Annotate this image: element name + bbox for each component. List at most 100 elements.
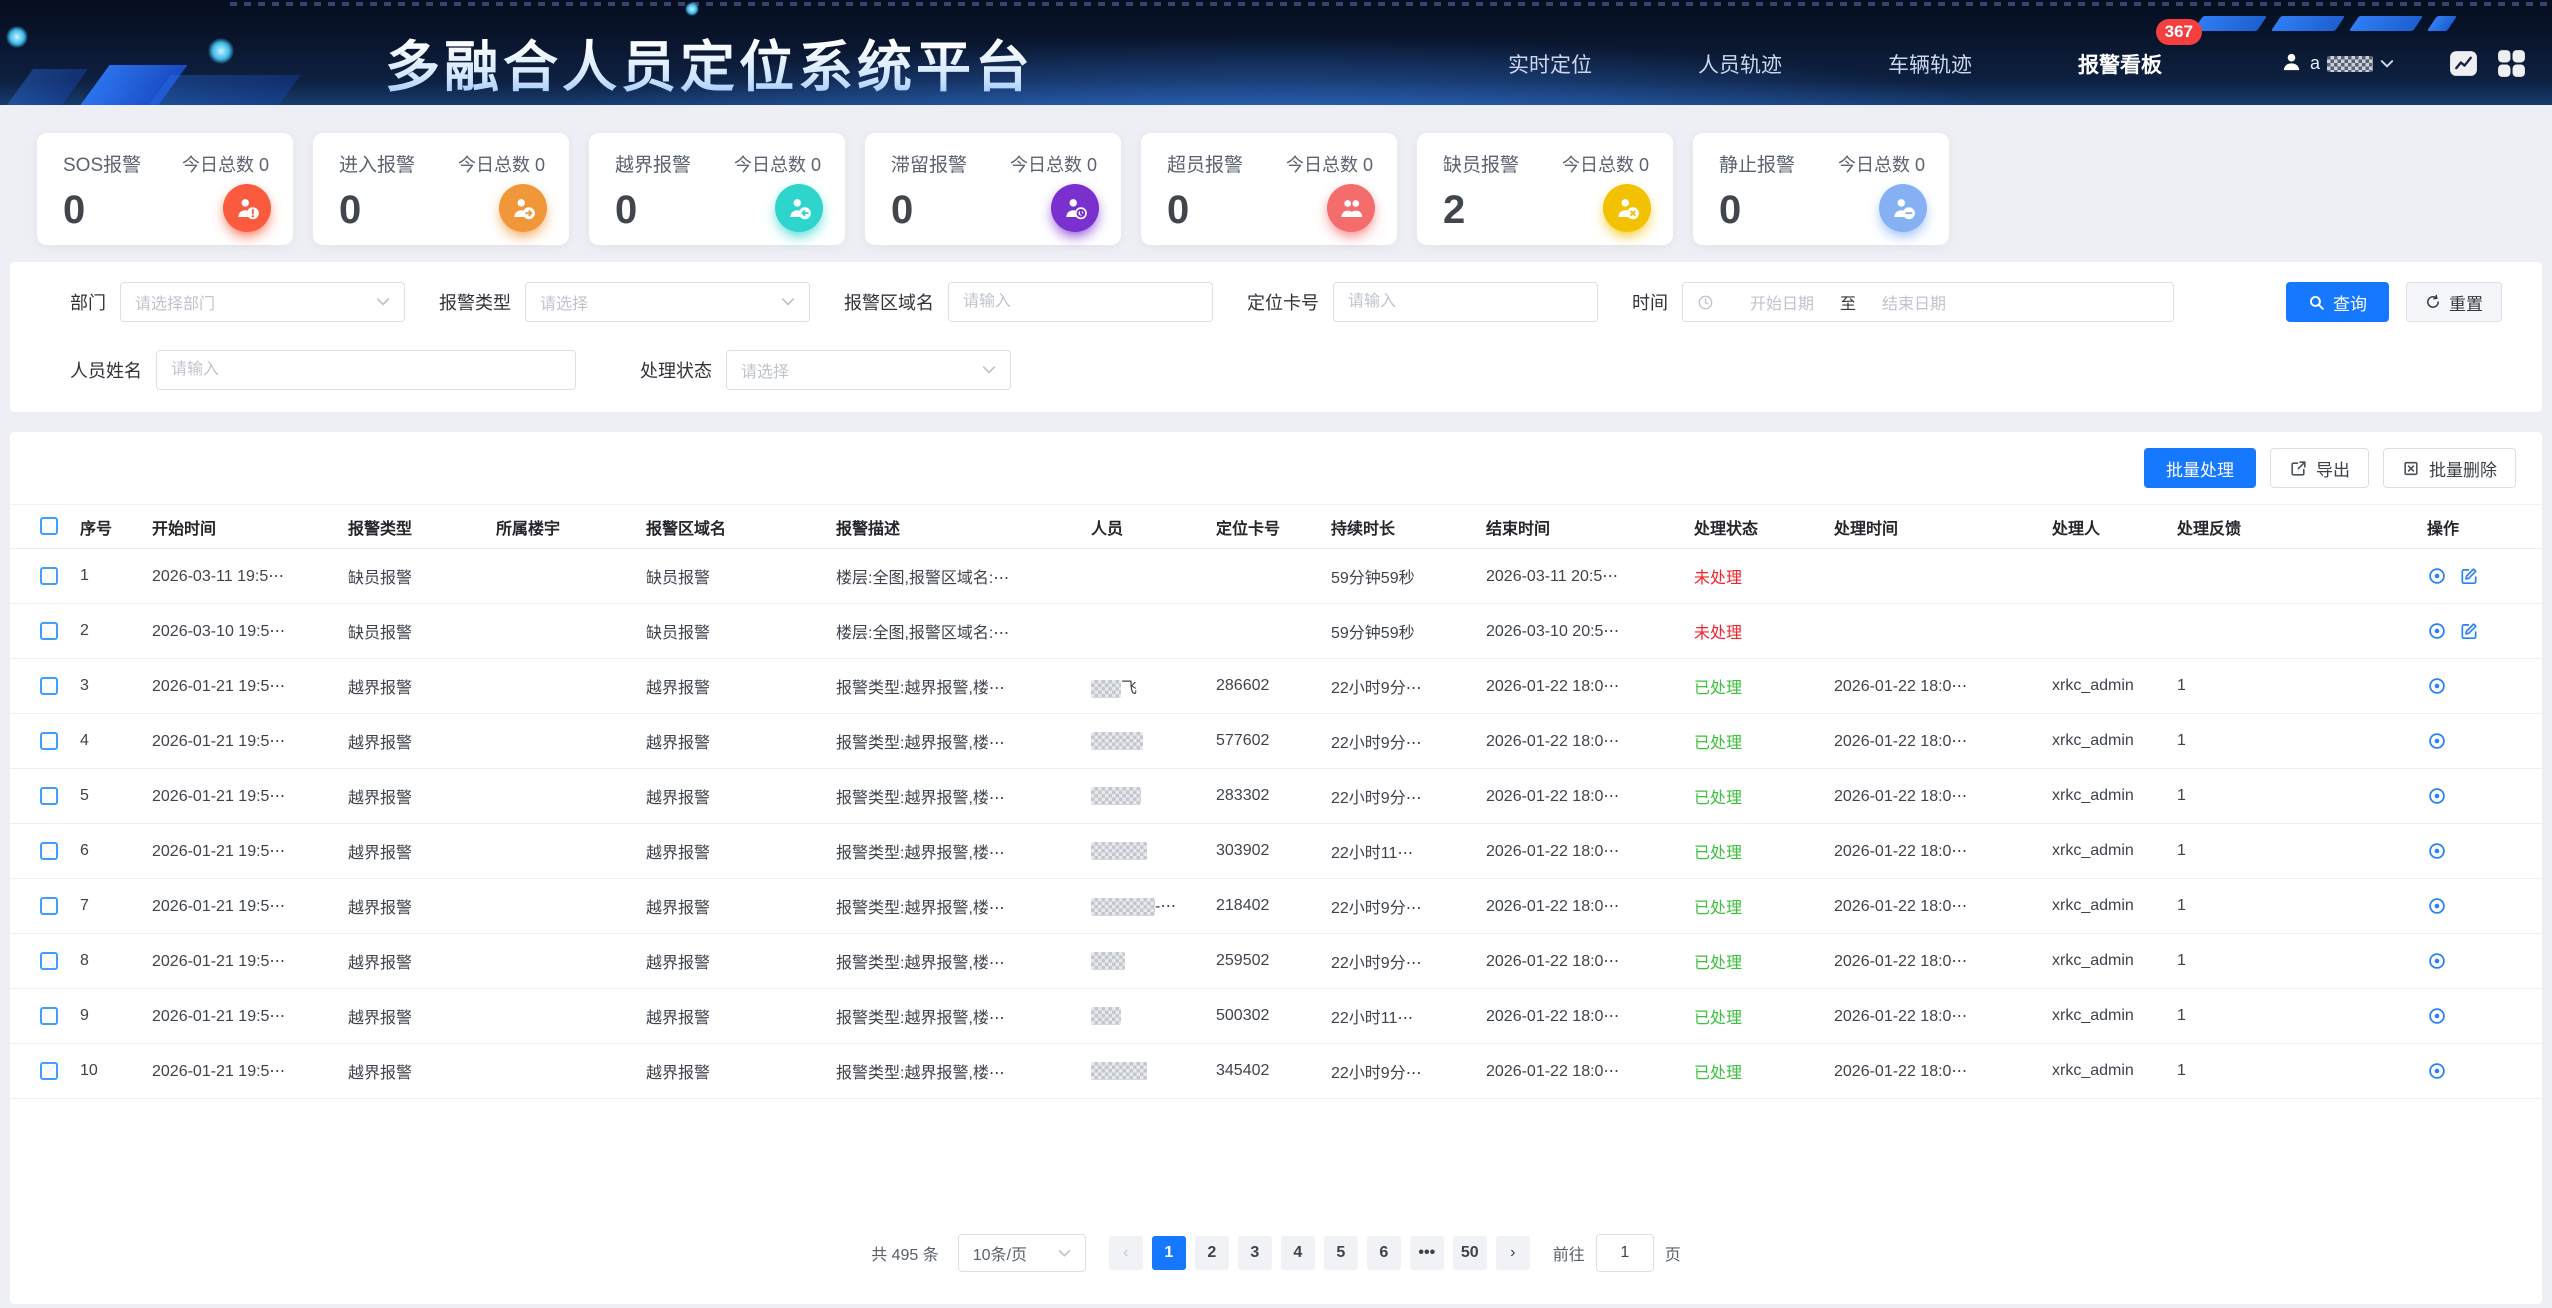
table-row: 52026-01-21 19:5⋯越界报警越界报警报警类型:越界报警,楼⋯283… xyxy=(10,769,2542,824)
cell-card-no xyxy=(1204,549,1319,604)
next-page-button[interactable]: › xyxy=(1496,1236,1530,1270)
page-ellipsis[interactable]: ••• xyxy=(1410,1236,1444,1270)
nav-item-realtime-location[interactable]: 实时定位 xyxy=(1508,49,1592,79)
chevron-down-icon xyxy=(1058,1249,1071,1258)
batch-handle-button[interactable]: 批量处理 xyxy=(2144,448,2256,488)
page-button-3[interactable]: 3 xyxy=(1238,1236,1272,1270)
chevron-down-icon xyxy=(376,297,390,307)
page-button-6[interactable]: 6 xyxy=(1367,1236,1401,1270)
row-checkbox[interactable] xyxy=(40,897,58,915)
stat-value: 0 xyxy=(339,188,361,233)
nav-item-label: 实时定位 xyxy=(1508,54,1592,77)
stat-total: 今日总数 0 xyxy=(1286,151,1373,177)
prev-page-button[interactable]: ‹ xyxy=(1109,1236,1143,1270)
cell-status: 已处理 xyxy=(1682,989,1822,1044)
alarm-type-select[interactable]: 请选择 xyxy=(525,282,810,322)
edit-button[interactable] xyxy=(2459,566,2479,586)
cell-card-no: 345402 xyxy=(1204,1044,1319,1099)
stat-label: 超员报警 xyxy=(1167,150,1243,177)
cell-end-time: 2026-03-11 20:5⋯ xyxy=(1474,549,1682,604)
end-date-input[interactable]: 结束日期 xyxy=(1882,290,1946,314)
batch-delete-button[interactable]: 批量删除 xyxy=(2383,448,2516,488)
status-text: 已处理 xyxy=(1694,1065,1742,1082)
cell-alarm-type: 越界报警 xyxy=(336,1044,484,1099)
view-button[interactable] xyxy=(2427,951,2447,971)
edit-button[interactable] xyxy=(2459,621,2479,641)
cell-description: 报警类型:越界报警,楼⋯ xyxy=(824,879,1079,934)
nav-item-vehicle-track[interactable]: 车辆轨迹 xyxy=(1888,49,1972,79)
cell-index: 9 xyxy=(68,989,140,1044)
search-button[interactable]: 查询 xyxy=(2286,282,2389,322)
col-index: 序号 xyxy=(68,505,140,549)
alarm-count-badge: 367 xyxy=(2156,19,2202,45)
row-checkbox[interactable] xyxy=(40,842,58,860)
cell-handler: xrkc_admin xyxy=(2040,659,2165,714)
row-checkbox[interactable] xyxy=(40,1062,58,1080)
cell-status: 已处理 xyxy=(1682,824,1822,879)
person-name-redacted xyxy=(1091,680,1121,698)
card-no-input[interactable] xyxy=(1333,282,1598,322)
select-all-checkbox[interactable] xyxy=(40,517,58,535)
view-button[interactable] xyxy=(2427,676,2447,696)
row-checkbox[interactable] xyxy=(40,1007,58,1025)
cell-index: 8 xyxy=(68,934,140,989)
cell-status: 未处理 xyxy=(1682,549,1822,604)
monitor-trend-icon[interactable] xyxy=(2447,47,2480,80)
row-checkbox[interactable] xyxy=(40,732,58,750)
cell-duration: 22小时9分⋯ xyxy=(1319,934,1474,989)
cell-end-time: 2026-01-22 18:0⋯ xyxy=(1474,1044,1682,1099)
user-menu[interactable]: a xyxy=(2280,50,2394,78)
cell-actions xyxy=(2415,879,2542,934)
person-name-input[interactable] xyxy=(156,350,576,390)
view-button[interactable] xyxy=(2427,566,2447,586)
reset-button[interactable]: 重置 xyxy=(2406,282,2502,322)
row-checkbox[interactable] xyxy=(40,567,58,585)
cell-actions xyxy=(2415,659,2542,714)
date-range-picker[interactable]: 开始日期 至 结束日期 xyxy=(1682,282,2174,322)
view-button[interactable] xyxy=(2427,1061,2447,1081)
goto-page-input[interactable] xyxy=(1596,1234,1654,1272)
page-button-50[interactable]: 50 xyxy=(1453,1236,1487,1270)
cell-actions xyxy=(2415,549,2542,604)
status-text: 未处理 xyxy=(1694,625,1742,642)
cell-start-time: 2026-03-11 19:5⋯ xyxy=(140,549,336,604)
row-checkbox[interactable] xyxy=(40,952,58,970)
table-toolbar: 批量处理 导出 批量删除 xyxy=(10,448,2542,488)
cell-area-name: 越界报警 xyxy=(634,1044,824,1099)
view-button[interactable] xyxy=(2427,621,2447,641)
cell-description: 楼层:全图,报警区域名:⋯ xyxy=(824,604,1079,659)
nav-item-person-track[interactable]: 人员轨迹 xyxy=(1698,49,1782,79)
cell-status: 已处理 xyxy=(1682,934,1822,989)
page-button-5[interactable]: 5 xyxy=(1324,1236,1358,1270)
cell-handler xyxy=(2040,604,2165,659)
cell-feedback: 1 xyxy=(2165,714,2415,769)
view-button[interactable] xyxy=(2427,731,2447,751)
row-checkbox[interactable] xyxy=(40,677,58,695)
cell-duration: 22小时9分⋯ xyxy=(1319,769,1474,824)
view-button[interactable] xyxy=(2427,786,2447,806)
page-button-1[interactable]: 1 xyxy=(1152,1236,1186,1270)
start-date-input[interactable]: 开始日期 xyxy=(1750,290,1814,314)
view-button[interactable] xyxy=(2427,841,2447,861)
page-button-2[interactable]: 2 xyxy=(1195,1236,1229,1270)
row-checkbox[interactable] xyxy=(40,622,58,640)
cell-handle-time: 2026-01-22 18:0⋯ xyxy=(1822,934,2040,989)
stat-label: 缺员报警 xyxy=(1443,150,1519,177)
area-name-input[interactable] xyxy=(948,282,1213,322)
page-size-select[interactable]: 10条/页 xyxy=(958,1234,1086,1272)
view-button[interactable] xyxy=(2427,1006,2447,1026)
cell-start-time: 2026-01-21 19:5⋯ xyxy=(140,934,336,989)
view-button[interactable] xyxy=(2427,896,2447,916)
apps-grid-icon[interactable] xyxy=(2495,47,2528,80)
cell-person xyxy=(1079,1044,1204,1099)
export-button[interactable]: 导出 xyxy=(2270,448,2369,488)
cell-area-name: 缺员报警 xyxy=(634,604,824,659)
row-checkbox[interactable] xyxy=(40,787,58,805)
handle-status-select[interactable]: 请选择 xyxy=(726,350,1011,390)
page-button-4[interactable]: 4 xyxy=(1281,1236,1315,1270)
department-select[interactable]: 请选择部门 xyxy=(120,282,405,322)
cell-start-time: 2026-01-21 19:5⋯ xyxy=(140,879,336,934)
main-nav: 实时定位 人员轨迹 车辆轨迹 报警看板367 xyxy=(1508,49,2162,79)
stat-label: 越界报警 xyxy=(615,150,691,177)
nav-item-alarm-board[interactable]: 报警看板367 xyxy=(2078,49,2162,79)
